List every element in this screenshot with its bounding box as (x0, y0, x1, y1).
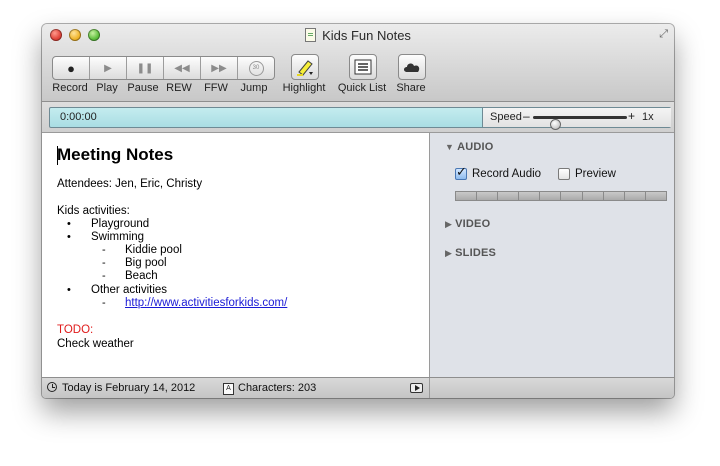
meter-segment (603, 192, 625, 200)
record-icon: ● (67, 60, 75, 76)
video-section-title: VIDEO (455, 218, 491, 230)
speed-decrease[interactable]: – (523, 109, 530, 123)
checkmark-icon: ✓ (456, 164, 467, 179)
document-icon (305, 28, 317, 42)
pause-button[interactable]: ❚❚ (127, 57, 164, 79)
highlight-button[interactable] (291, 54, 319, 80)
jump-button[interactable]: 30 (238, 57, 274, 79)
record-label: Record (52, 82, 88, 94)
cloud-icon (404, 63, 420, 72)
disclosure-collapsed-icon: ▶ (445, 248, 453, 258)
character-count: Characters: 203 (238, 382, 317, 394)
media-sidebar: ▼ AUDIO ✓ Record Audio Preview ▶ VIDEO ▶ SL… (430, 133, 674, 377)
attendees-line: Attendees: Jen, Eric, Christy (57, 178, 203, 190)
rewind-icon: ◀◀ (174, 62, 190, 74)
play-icon: ▶ (104, 62, 112, 74)
list-item-playground: Playground (91, 218, 150, 230)
bullet-marker: • (67, 218, 71, 230)
clock-icon (47, 382, 57, 392)
list-item-big-pool: Big pool (125, 257, 167, 269)
transport-controls: ● ▶ ❚❚ ◀◀ ▶▶ 30 (52, 56, 275, 80)
list-item-swimming: Swimming (91, 231, 145, 243)
slides-section-header[interactable]: ▶ SLIDES (445, 247, 496, 259)
time-display[interactable]: 0:00:00 Speed – + 1x (49, 107, 671, 130)
app-window: Kids Fun Notes ⤢ ● ▶ ❚❚ ◀◀ ▶▶ 30 Record … (42, 24, 674, 398)
record-button[interactable]: ● (53, 57, 90, 79)
fast-forward-icon: ▶▶ (211, 62, 227, 74)
rew-button[interactable]: ◀◀ (164, 57, 201, 79)
share-button[interactable] (398, 54, 426, 80)
list-item-beach: Beach (125, 270, 158, 282)
meter-segment (645, 192, 666, 200)
pause-label: Pause (127, 82, 159, 94)
play-box-icon[interactable] (410, 383, 423, 393)
todo-text: Check weather (57, 338, 134, 350)
preview-checkbox[interactable] (558, 168, 570, 180)
video-section-header[interactable]: ▶ VIDEO (445, 218, 490, 230)
speed-slider-knob[interactable] (550, 119, 561, 130)
speed-label: Speed (490, 111, 522, 123)
meter-segment (624, 192, 646, 200)
timeline-bar: 0:00:00 Speed – + 1x (42, 102, 674, 133)
highlight-label: Highlight (282, 82, 326, 94)
ffw-label: FFW (204, 82, 228, 94)
meter-segment (561, 192, 583, 200)
meter-segment (477, 192, 499, 200)
disclosure-expanded-icon: ▼ (445, 142, 455, 152)
character-count-icon: A (223, 383, 234, 395)
slides-section-title: SLIDES (455, 247, 497, 259)
toolbar-area: Kids Fun Notes ⤢ ● ▶ ❚❚ ◀◀ ▶▶ 30 Record … (42, 24, 674, 102)
status-bar: Today is February 14, 2012 A Characters:… (42, 377, 674, 398)
play-button[interactable]: ▶ (90, 57, 127, 79)
activities-heading: Kids activities: (57, 205, 130, 217)
list-item-kiddie-pool: Kiddie pool (125, 244, 182, 256)
list-icon (354, 59, 372, 75)
pause-icon: ❚❚ (136, 62, 154, 74)
meter-segment (582, 192, 604, 200)
ffw-button[interactable]: ▶▶ (201, 57, 238, 79)
quick-list-button[interactable] (349, 54, 377, 80)
share-label: Share (396, 82, 426, 94)
note-title: Meeting Notes (57, 145, 174, 164)
rew-label: REW (166, 82, 192, 94)
audio-section-header[interactable]: ▼ AUDIO (445, 141, 494, 153)
play-label: Play (96, 82, 118, 94)
quick-list-label: Quick List (337, 82, 387, 94)
dash-marker: - (102, 244, 106, 256)
meter-segment (498, 192, 520, 200)
bullet-marker: • (67, 284, 71, 296)
list-item-other-activities: Other activities (91, 284, 168, 296)
highlighter-icon (297, 60, 313, 76)
disclosure-collapsed-icon: ▶ (445, 219, 453, 229)
window-title-text: Kids Fun Notes (322, 28, 411, 43)
status-left: Today is February 14, 2012 A Characters:… (42, 378, 430, 398)
dash-marker: - (102, 257, 106, 269)
fullscreen-icon[interactable]: ⤢ (659, 28, 668, 41)
speed-value: 1x (642, 111, 654, 123)
speed-increase[interactable]: + (628, 109, 635, 123)
audio-section-title: AUDIO (457, 141, 494, 153)
preview-label: Preview (575, 168, 616, 180)
jump-icon: 30 (248, 60, 264, 76)
meter-segment (540, 192, 562, 200)
date-status: Today is February 14, 2012 (62, 382, 196, 394)
meter-segment (519, 192, 541, 200)
audio-level-meter (455, 191, 667, 201)
speed-slider[interactable] (533, 116, 627, 130)
record-audio-label: Record Audio (472, 168, 542, 180)
todo-label: TODO: (57, 324, 94, 336)
notes-editor[interactable]: Meeting Notes Attendees: Jen, Eric, Chri… (42, 133, 430, 377)
window-title: Kids Fun Notes (42, 28, 674, 43)
elapsed-time: 0:00:00 (60, 111, 97, 123)
dash-marker: - (102, 270, 106, 282)
meter-segment (456, 192, 478, 200)
bullet-marker: • (67, 231, 71, 243)
record-audio-checkbox[interactable]: ✓ (455, 164, 467, 180)
speed-control: Speed – + 1x (482, 108, 671, 130)
jump-label: Jump (240, 82, 268, 94)
activities-link[interactable]: http://www.activitiesforkids.com/ (125, 297, 287, 309)
dash-marker: - (102, 297, 106, 309)
